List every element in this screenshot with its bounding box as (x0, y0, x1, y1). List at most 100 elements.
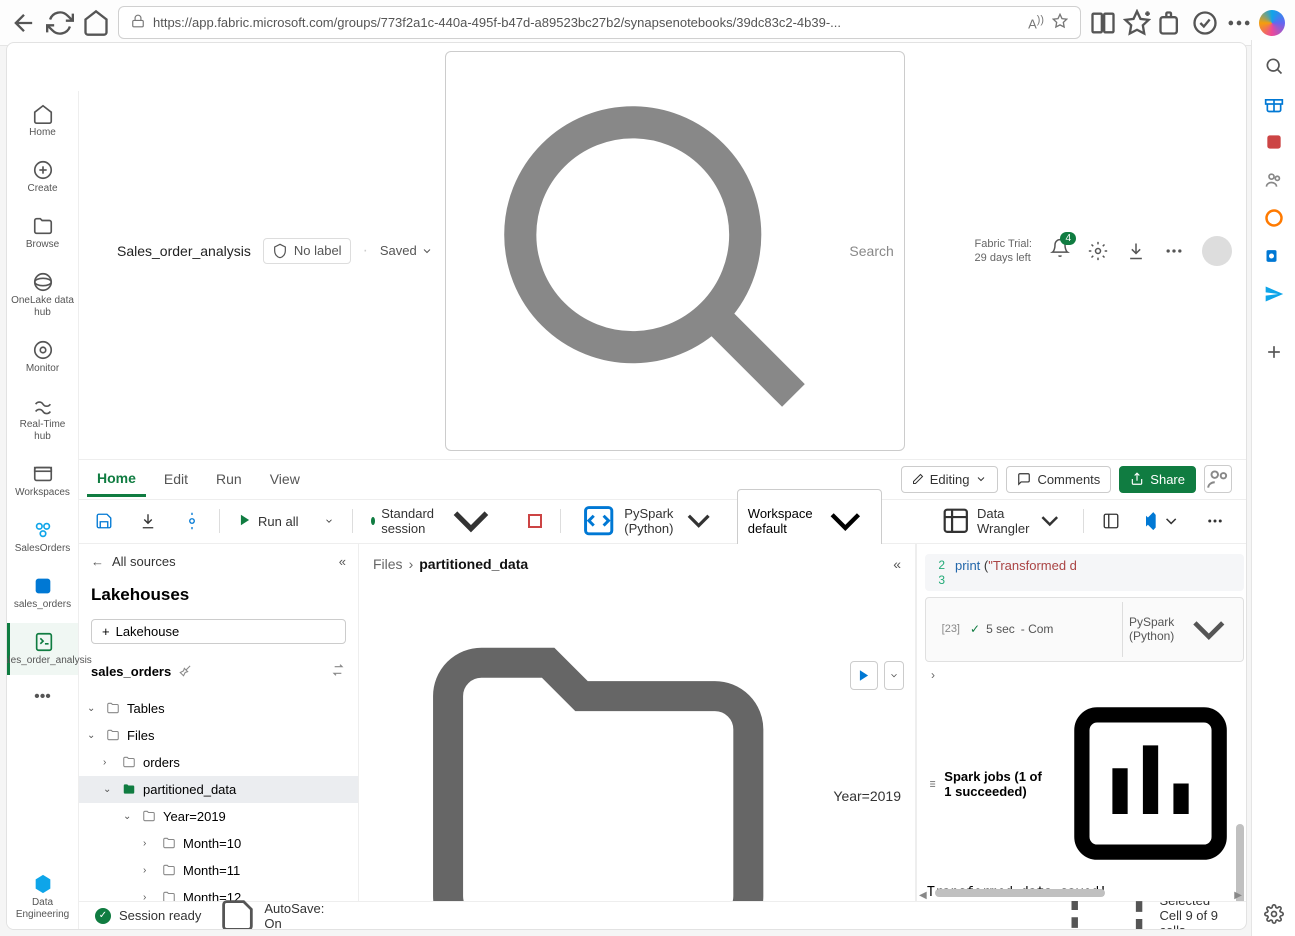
nav-rail: Home Create Browse OneLake data hub Moni… (7, 91, 79, 929)
edge-plus-icon[interactable] (1264, 342, 1284, 362)
tree-partitioned[interactable]: ⌄partitioned_data (79, 776, 358, 803)
chevron-down-icon (421, 245, 433, 257)
download-button[interactable] (131, 507, 165, 535)
nav-salesorders-ws[interactable]: SalesOrders (7, 511, 78, 563)
browser-more-icon[interactable] (1225, 9, 1253, 37)
doc-title[interactable]: Sales_order_analysis (117, 243, 251, 259)
browser-sync-icon[interactable] (1191, 9, 1219, 37)
file-row[interactable]: Year=2019 (359, 588, 915, 901)
tab-view[interactable]: View (260, 463, 310, 495)
chevron-down-icon (889, 666, 899, 685)
nav-notebook[interactable]: Sales_order_analysis (7, 623, 78, 675)
read-aloud-icon[interactable]: A)) (1028, 14, 1044, 31)
edge-settings-icon[interactable] (1264, 904, 1284, 924)
scrollbar-thumb[interactable] (935, 889, 1105, 897)
autosave-status[interactable]: AutoSave: On (264, 901, 324, 931)
add-lakehouse-button[interactable]: +Lakehouse (91, 619, 346, 644)
browser-refresh-button[interactable] (46, 9, 74, 37)
browser-home-button[interactable] (82, 9, 110, 37)
avatar[interactable] (1202, 236, 1232, 266)
back-arrow-icon[interactable]: ← (91, 554, 104, 569)
run-all-dropdown[interactable] (316, 511, 342, 531)
toolbar-more-button[interactable] (1198, 507, 1232, 535)
all-sources-link[interactable]: All sources (112, 554, 176, 569)
save-status[interactable]: Saved (380, 243, 433, 258)
search-input[interactable]: Search (445, 51, 905, 451)
favorite-icon[interactable] (1052, 13, 1068, 32)
sensitivity-label[interactable]: No label (263, 238, 351, 264)
edge-send-icon[interactable] (1264, 284, 1284, 304)
notifications-button[interactable]: 4 (1050, 238, 1070, 263)
split-screen-icon[interactable] (1089, 9, 1117, 37)
nav-persona[interactable]: Data Engineering (7, 865, 78, 929)
nav-more[interactable]: ••• (7, 679, 78, 714)
scroll-left-icon[interactable]: ◀ (919, 890, 927, 901)
language-dropdown[interactable]: PySpark (Python) (571, 496, 727, 545)
url-bar[interactable]: https://app.fabric.microsoft.com/groups/… (118, 6, 1081, 39)
edge-people-icon[interactable] (1264, 170, 1284, 190)
vscode-button[interactable] (1138, 507, 1188, 535)
tree-month10[interactable]: ›Month=10 (79, 830, 358, 857)
url-text: https://app.fabric.microsoft.com/groups/… (153, 15, 1020, 30)
edge-shopping-icon[interactable] (1264, 94, 1284, 114)
chevron-down-icon (679, 501, 718, 540)
chart-icon[interactable] (1059, 692, 1242, 875)
pin-icon[interactable] (179, 663, 193, 680)
swap-icon[interactable] (330, 662, 346, 681)
tree-orders[interactable]: ›orders (79, 749, 358, 776)
tab-home[interactable]: Home (87, 462, 146, 497)
edge-search-icon[interactable] (1264, 56, 1284, 76)
nav-realtime[interactable]: Real-Time hub (7, 387, 78, 451)
crumb-files[interactable]: Files (373, 556, 403, 572)
more-icon[interactable] (1164, 241, 1184, 261)
code-cell[interactable]: 2print (print ("Transformed d"Transforme… (925, 554, 1244, 591)
nav-monitor[interactable]: Monitor (7, 331, 78, 383)
nav-browse[interactable]: Browse (7, 207, 78, 259)
spark-jobs-row[interactable]: Spark jobs (1 of 1 succeeded) (925, 686, 1244, 881)
horizontal-scrollbar[interactable]: ◀ ▶ (925, 889, 1236, 899)
tree-tables[interactable]: ⌄Tables (79, 695, 358, 722)
lakehouse-name[interactable]: sales_orders (91, 664, 171, 679)
layout-button[interactable] (1094, 507, 1128, 535)
nav-home[interactable]: Home (7, 95, 78, 147)
editing-mode-dropdown[interactable]: Editing (901, 466, 999, 493)
comments-button[interactable]: Comments (1006, 466, 1111, 493)
expand-output-button[interactable]: › (925, 664, 1244, 686)
nav-create[interactable]: Create (7, 151, 78, 203)
presence-icon[interactable] (1204, 465, 1232, 493)
download-icon[interactable] (1126, 241, 1146, 261)
data-wrangler-button[interactable]: Data Wrangler (933, 501, 1073, 541)
nav-workspaces[interactable]: Workspaces (7, 455, 78, 507)
run-all-button[interactable]: Run all (230, 508, 306, 535)
copilot-icon[interactable] (1259, 10, 1285, 36)
tree-year2019[interactable]: ⌄Year=2019 (79, 803, 358, 830)
trial-status[interactable]: Fabric Trial:29 days left (975, 237, 1032, 266)
edge-365-icon[interactable] (1264, 208, 1284, 228)
vertical-scrollbar[interactable] (1234, 544, 1244, 881)
run-cell-button[interactable] (850, 661, 878, 690)
collapse-file-panel-icon[interactable]: « (893, 556, 901, 572)
extensions-icon[interactable] (1157, 9, 1185, 37)
stop-button[interactable] (520, 509, 550, 533)
file-browser-panel: Files › partitioned_data « Year=2019 Yea… (359, 544, 916, 901)
tab-run[interactable]: Run (206, 463, 252, 495)
kernel-dropdown[interactable]: PySpark (Python) (1122, 602, 1237, 658)
tree-files[interactable]: ⌄Files (79, 722, 358, 749)
save-button[interactable] (87, 507, 121, 535)
collapse-panel-icon[interactable]: « (339, 554, 346, 569)
nav-sales-orders-lh[interactable]: sales_orders (7, 567, 78, 619)
nav-onelake[interactable]: OneLake data hub (7, 263, 78, 327)
crumb-current[interactable]: partitioned_data (419, 556, 528, 572)
tab-edit[interactable]: Edit (154, 463, 198, 495)
settings-icon[interactable] (1088, 241, 1108, 261)
toolbar-settings-button[interactable] (175, 507, 209, 535)
share-button[interactable]: Share (1119, 466, 1196, 493)
browser-back-button[interactable] (10, 9, 38, 37)
scroll-right-icon[interactable]: ▶ (1234, 890, 1242, 901)
run-cell-dropdown[interactable] (884, 661, 904, 690)
tree-month11[interactable]: ›Month=11 (79, 857, 358, 884)
edge-outlook-icon[interactable] (1264, 246, 1284, 266)
lakehouses-title: Lakehouses (79, 579, 358, 611)
collections-icon[interactable] (1123, 9, 1151, 37)
edge-tools-icon[interactable] (1264, 132, 1284, 152)
